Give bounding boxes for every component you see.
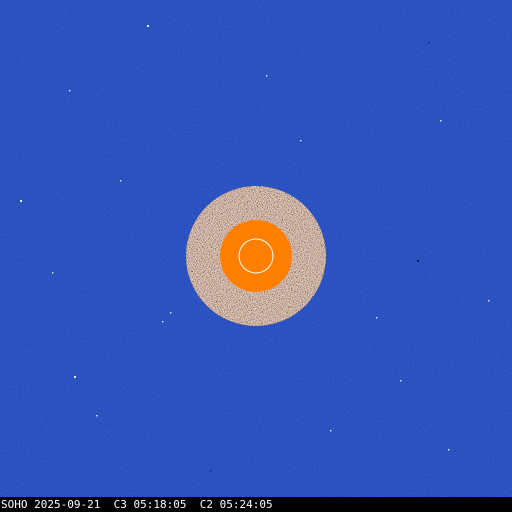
star-point — [428, 42, 430, 44]
image-caption-bar: SOHO 2025-09-21 C3 05:18:05 C2 05:24:05 — [0, 497, 512, 512]
star-point — [69, 90, 71, 92]
c3-label: C3 — [113, 498, 127, 511]
occulter-disc — [220, 220, 292, 292]
star-point — [448, 449, 450, 451]
star-point — [210, 470, 212, 472]
star-point — [376, 317, 378, 319]
observation-date: 2025-09-21 — [34, 498, 101, 511]
star-point — [300, 140, 302, 142]
star-point — [147, 25, 149, 27]
star-point — [74, 376, 76, 378]
star-point — [266, 75, 268, 77]
star-point — [162, 321, 164, 323]
image-caption: SOHO 2025-09-21 C3 05:18:05 C2 05:24:05 — [1, 497, 273, 512]
star-point — [488, 300, 490, 302]
star-point — [440, 120, 442, 122]
star-point — [52, 272, 54, 274]
star-point — [96, 415, 98, 417]
star-point — [120, 180, 122, 182]
star-point — [20, 200, 22, 202]
star-point — [400, 380, 402, 382]
lasco-image-field — [0, 0, 512, 497]
coronagraph-composite-view: SOHO 2025-09-21 C3 05:18:05 C2 05:24:05 — [0, 0, 512, 512]
c2-time: 05:24:05 — [219, 498, 273, 511]
c3-time: 05:18:05 — [133, 498, 187, 511]
star-point — [170, 312, 172, 314]
star-point — [330, 430, 332, 432]
star-point — [417, 260, 419, 262]
observatory-label: SOHO — [1, 498, 28, 511]
c2-label: C2 — [199, 498, 213, 511]
